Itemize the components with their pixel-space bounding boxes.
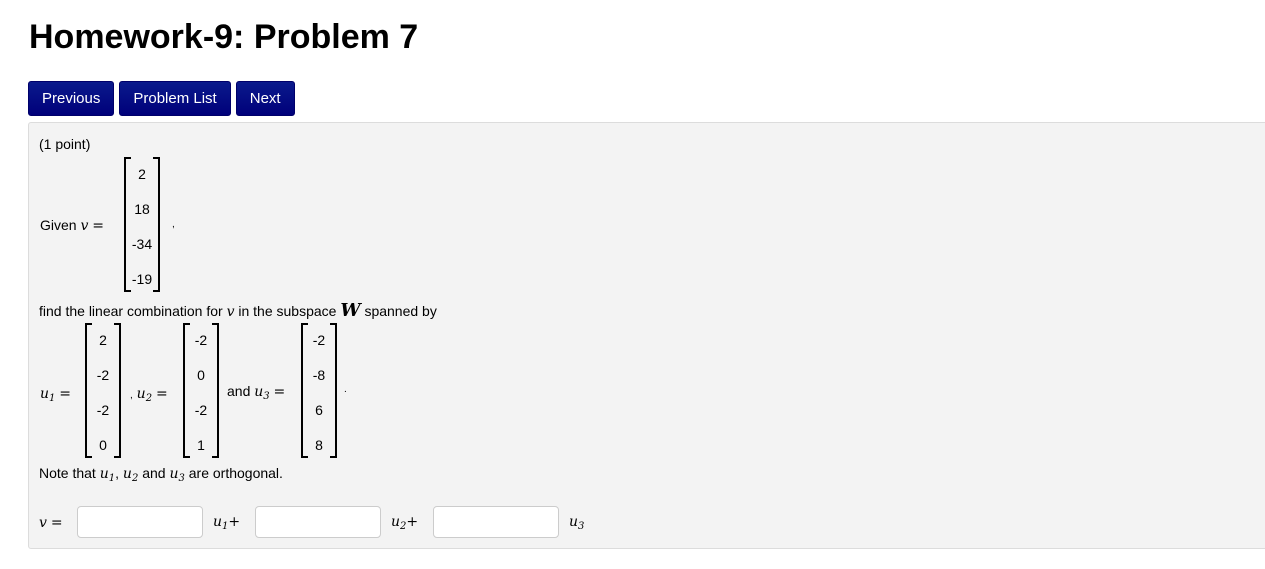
u2-label: , u2 = (130, 385, 168, 404)
w-symbol: W (340, 300, 361, 321)
note-text: and (142, 465, 166, 481)
subscript: 2 (131, 473, 139, 484)
u-symbol: u (40, 386, 50, 402)
u2-plus-label: u2+ (391, 513, 418, 532)
u-symbol: u (213, 514, 223, 530)
u-symbol: u (254, 384, 264, 400)
subscript: 2 (145, 393, 153, 404)
note-text: are orthogonal. (188, 465, 283, 481)
equals-sign: = (273, 384, 286, 400)
equals-sign: = (92, 218, 105, 234)
v-entry: -34 (131, 236, 153, 252)
u1-entry: -2 (96, 367, 110, 383)
plus-sign: + (228, 514, 241, 530)
u1-entry: -2 (96, 402, 110, 418)
u2-entry: 0 (197, 367, 205, 383)
and-text: and (227, 383, 251, 399)
u1-entry: 0 (99, 437, 107, 453)
u-symbol: u (391, 514, 401, 530)
equals-sign: = (50, 515, 63, 531)
instruction-part: in the subspace (238, 303, 337, 319)
page-title: Homework-9: Problem 7 (29, 18, 419, 56)
u2-vector-matrix: -2 0 -2 1 (183, 323, 219, 458)
period: . (344, 384, 347, 395)
plus-sign: + (406, 514, 419, 530)
u3-label-answer: u3 (569, 513, 584, 532)
v-symbol: v (226, 304, 235, 320)
points-label: (1 point) (39, 136, 91, 152)
u3-label: and u3 = (227, 383, 285, 402)
problem-navigation: Previous Problem List Next (28, 81, 295, 116)
u1-entry: 2 (99, 332, 107, 348)
u3-vector-matrix: -2 -8 6 8 (301, 323, 337, 458)
given-text: Given (40, 217, 77, 233)
u3-entry: -8 (312, 367, 326, 383)
u2-entry: -2 (194, 332, 208, 348)
instruction-text: find the linear combination for v in the… (39, 300, 437, 321)
previous-button[interactable]: Previous (28, 81, 115, 116)
next-button[interactable]: Next (235, 81, 295, 116)
instruction-part: find the linear combination for (39, 303, 223, 319)
u-symbol: u (136, 386, 146, 402)
u2-entry: 1 (197, 437, 205, 453)
subscript: 1 (49, 393, 56, 404)
v-symbol: v (39, 515, 47, 531)
u1-vector-matrix: 2 -2 -2 0 (85, 323, 121, 458)
u-symbol: u (122, 466, 132, 482)
u3-entry: 6 (315, 402, 323, 418)
v-entry: 18 (134, 201, 150, 217)
u2-entry: -2 (194, 402, 208, 418)
comma: , (172, 219, 175, 230)
subscript: 3 (178, 473, 185, 484)
given-label: Given v = (40, 217, 104, 234)
comma: , (130, 390, 133, 401)
subscript: 3 (263, 391, 270, 402)
v-entry: -19 (131, 271, 153, 287)
equals-sign: = (59, 386, 72, 402)
u1-label: u1 = (40, 385, 71, 404)
v-symbol: v (80, 218, 89, 234)
coefficient-u2-input[interactable] (255, 506, 381, 538)
instruction-part: spanned by (364, 303, 437, 319)
note-text: Note that (39, 465, 96, 481)
u-symbol: u (569, 514, 579, 530)
coefficient-u3-input[interactable] (433, 506, 559, 538)
v-entry: 2 (138, 166, 146, 182)
subscript: 3 (578, 521, 585, 532)
u1-plus-label: u1+ (213, 513, 240, 532)
u-symbol: u (99, 466, 109, 482)
v-vector-matrix: 2 18 -34 -19 (124, 157, 160, 292)
u3-entry: -2 (312, 332, 326, 348)
u3-entry: 8 (315, 437, 323, 453)
equals-sign: = (155, 386, 168, 402)
orthogonal-note: Note that u1, u2 and u3 are orthogonal. (39, 465, 283, 484)
answer-v-label: v = (39, 514, 63, 531)
problem-list-button[interactable]: Problem List (119, 81, 231, 116)
comma: , (115, 465, 120, 481)
coefficient-u1-input[interactable] (77, 506, 203, 538)
